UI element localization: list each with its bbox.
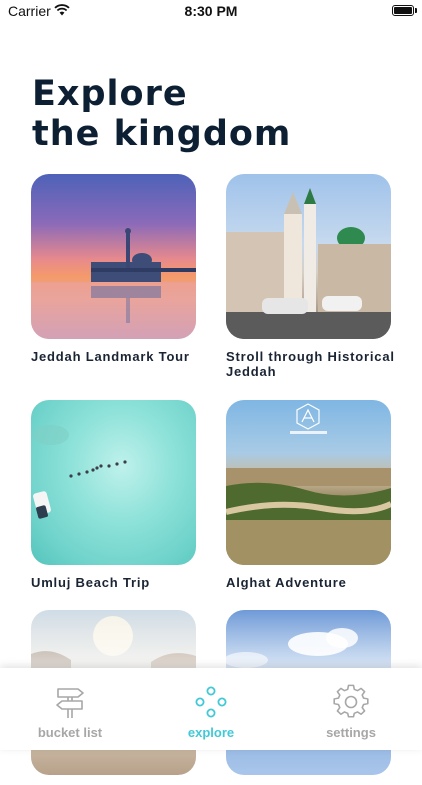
tab-settings[interactable]: settings	[281, 668, 421, 750]
tour-card-umluj-beach[interactable]: Umluj Beach Trip	[31, 400, 196, 590]
battery-nub	[415, 8, 417, 13]
signpost-icon	[56, 688, 84, 718]
card-label: Jeddah Landmark Tour	[31, 349, 190, 364]
card-label: Alghat Adventure	[226, 575, 347, 590]
card-image-historic-mosque	[226, 174, 391, 339]
battery-icon	[392, 5, 414, 16]
tab-label-settings: settings	[326, 725, 376, 740]
status-bar: Carrier 8:30 PM	[0, 0, 422, 22]
page-title: Explore the kingdom	[32, 74, 291, 154]
tour-card-jeddah-landmark[interactable]: Jeddah Landmark Tour	[31, 174, 196, 364]
tour-card-alghat-adventure[interactable]: Alghat Adventure	[226, 400, 391, 590]
page-title-line-1: Explore	[32, 74, 188, 114]
clock: 8:30 PM	[184, 3, 238, 19]
tour-card-historical-jeddah[interactable]: Stroll through Historical Jeddah	[226, 174, 394, 379]
card-label: Stroll through Historical Jeddah	[226, 349, 395, 379]
card-label: Umluj Beach Trip	[31, 575, 150, 590]
gear-icon	[333, 684, 369, 718]
compass-dots-icon	[195, 686, 227, 718]
card-image-beach	[31, 400, 196, 565]
scroll-fade	[0, 600, 422, 670]
tab-label-bucket-list: bucket list	[37, 725, 103, 740]
card-image-mosque-sunset	[31, 174, 196, 339]
page-title-line-2: the kingdom	[32, 114, 292, 154]
tab-label-explore: explore	[187, 725, 235, 740]
card-image-desert-valley	[226, 400, 391, 565]
tab-bar: bucket list explore settings	[0, 668, 422, 750]
tab-explore[interactable]: explore	[141, 668, 281, 750]
tab-bucket-list[interactable]: bucket list	[0, 668, 140, 750]
